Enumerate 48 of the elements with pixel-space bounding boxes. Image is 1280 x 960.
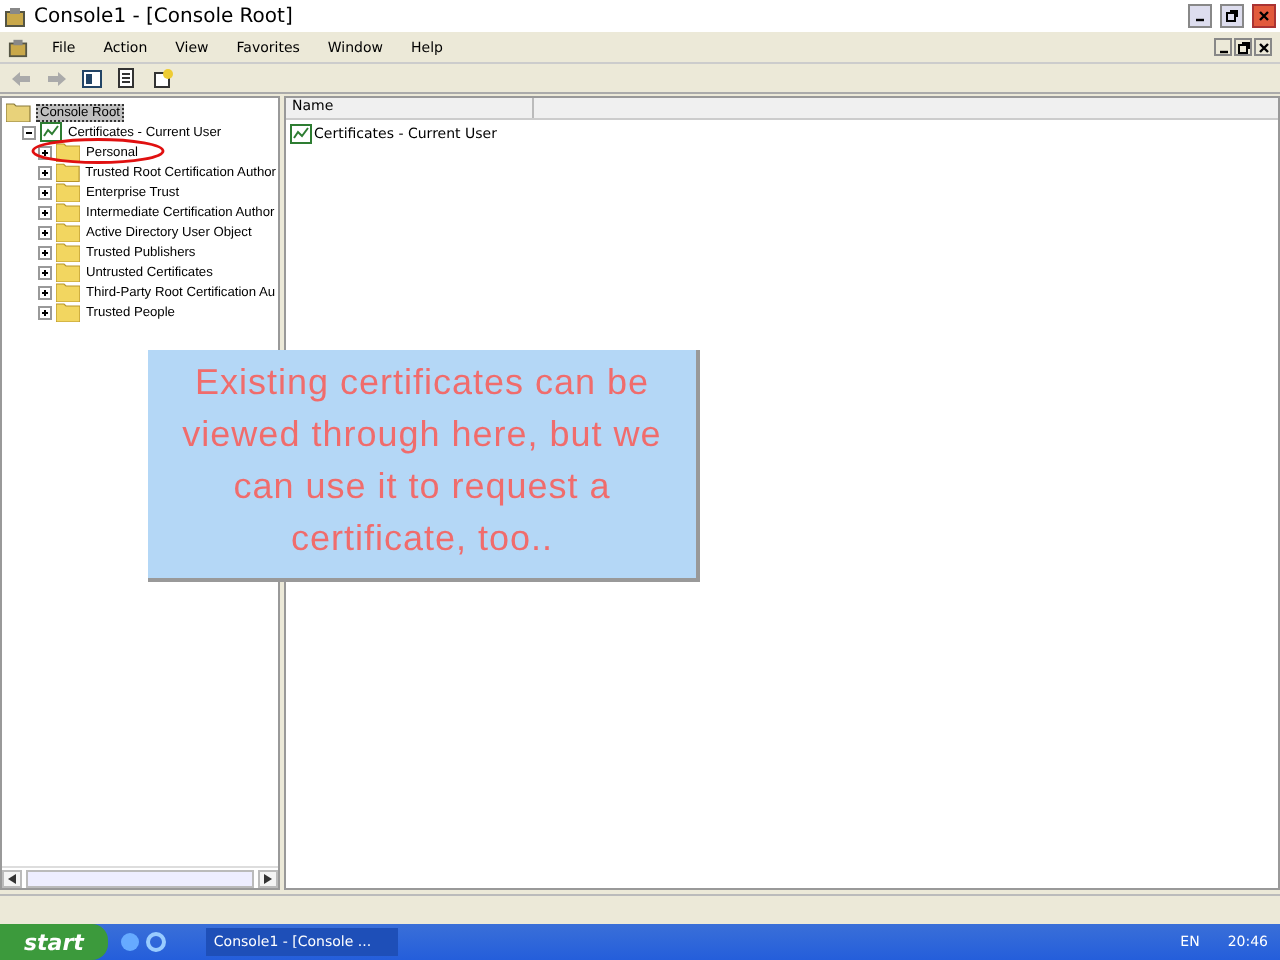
folder-icon	[56, 182, 80, 202]
folder-icon	[56, 262, 80, 282]
left-arrow-icon	[8, 873, 16, 883]
right-arrow-icon	[264, 873, 272, 883]
folder-icon	[56, 302, 80, 322]
folder-icon	[56, 162, 80, 182]
help-button[interactable]	[152, 67, 176, 89]
browser-icon[interactable]	[145, 932, 166, 952]
console-icon	[8, 37, 28, 57]
folder-icon	[56, 202, 80, 222]
forward-arrow-icon	[47, 71, 65, 85]
restore-icon	[1237, 41, 1249, 53]
horizontal-scrollbar[interactable]	[2, 866, 278, 888]
scroll-right-button[interactable]	[258, 869, 278, 887]
close-icon	[1258, 10, 1270, 22]
collapse-icon[interactable]	[22, 125, 36, 139]
restore-button[interactable]	[1220, 4, 1244, 28]
console-icon	[4, 5, 26, 27]
start-button[interactable]: start	[0, 924, 108, 960]
expand-icon[interactable]	[38, 185, 52, 199]
folder-icon	[6, 102, 32, 122]
tree-toggle-button[interactable]	[80, 67, 104, 89]
minimize-button[interactable]	[1188, 4, 1212, 28]
scroll-left-button[interactable]	[2, 869, 22, 887]
expand-icon[interactable]	[38, 265, 52, 279]
certificate-icon	[40, 122, 62, 142]
expand-icon[interactable]	[38, 225, 52, 239]
expand-icon[interactable]	[38, 305, 52, 319]
folder-icon	[56, 242, 80, 262]
close-icon	[1257, 41, 1269, 53]
close-button[interactable]	[1254, 38, 1272, 56]
folder-icon	[56, 282, 80, 302]
panel-icon	[82, 69, 102, 87]
document-icon	[118, 68, 138, 88]
expand-icon[interactable]	[38, 285, 52, 299]
restore-icon	[1226, 10, 1238, 22]
help-icon	[154, 68, 174, 88]
expand-icon[interactable]	[38, 245, 52, 259]
callout-note: Existing certificates can be viewed through here, but we can use it to request a certificate, too..	[148, 350, 700, 582]
back-arrow-icon	[11, 71, 29, 85]
expand-icon[interactable]	[38, 205, 52, 219]
expand-icon[interactable]	[38, 165, 52, 179]
certificate-icon	[290, 124, 312, 144]
export-list-button[interactable]	[116, 67, 140, 89]
minimize-button[interactable]	[1214, 38, 1232, 56]
restore-button[interactable]	[1234, 38, 1252, 56]
folder-icon	[56, 222, 80, 242]
window-title: Console1 - [Console Root]	[34, 5, 295, 27]
